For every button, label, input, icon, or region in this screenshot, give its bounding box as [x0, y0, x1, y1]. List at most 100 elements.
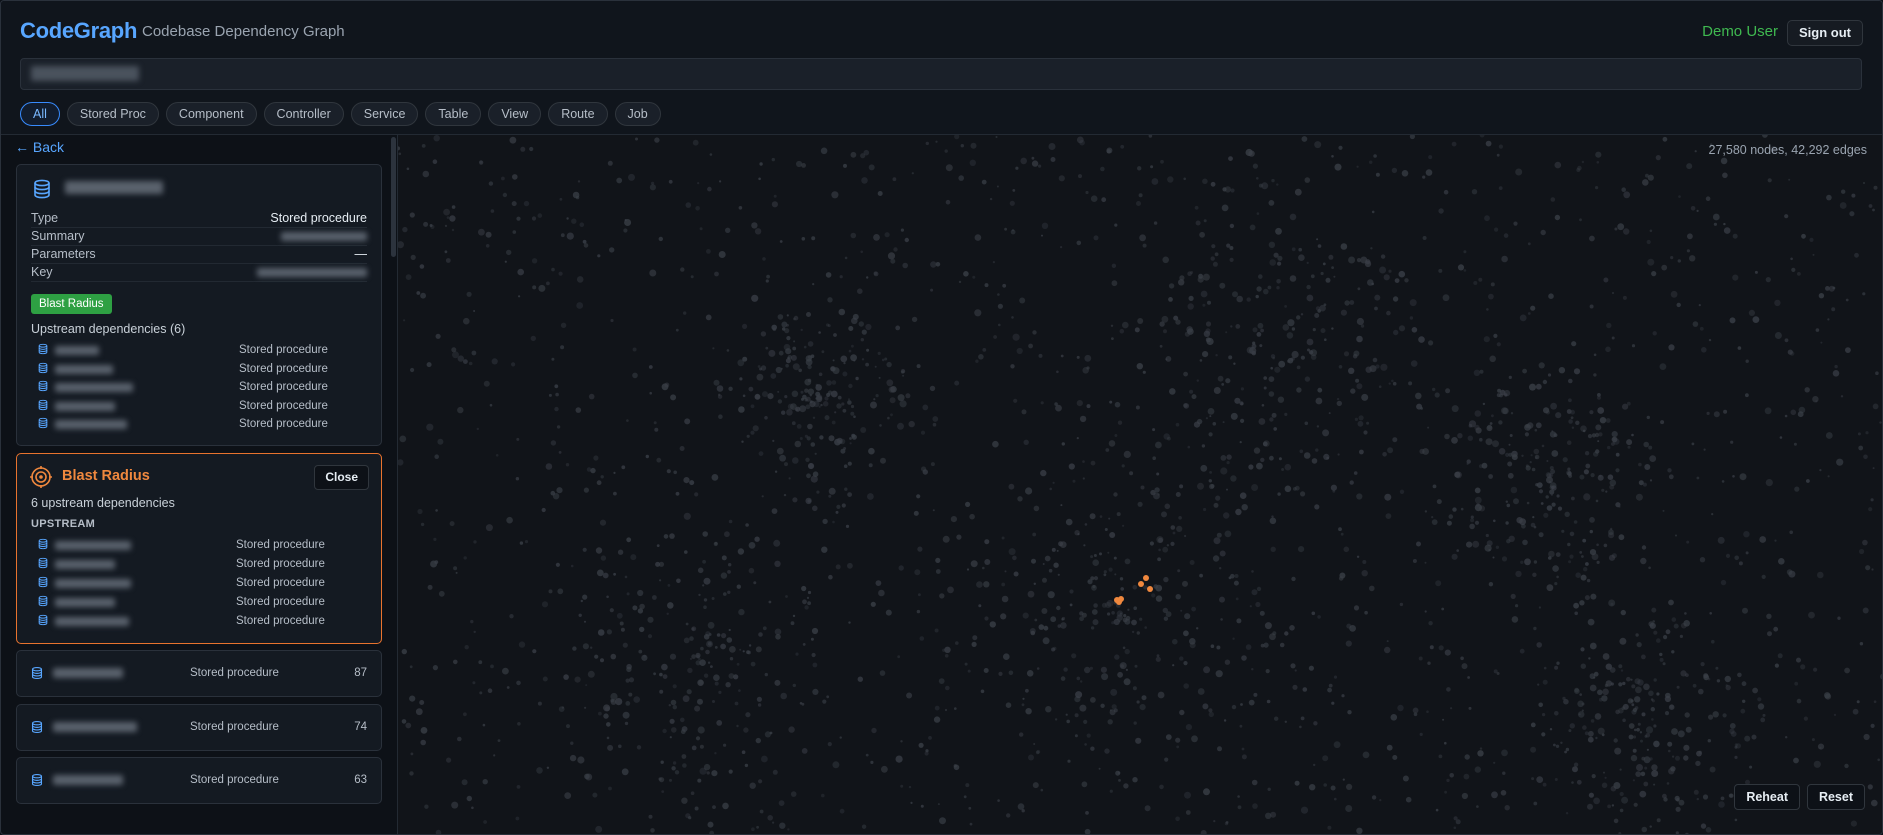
- graph-node: [1530, 722, 1536, 728]
- blast-radius-item[interactable]: Stored procedure: [37, 537, 337, 555]
- graph-node: [451, 801, 459, 809]
- graph-node: [626, 592, 630, 596]
- graph-node: [680, 267, 685, 272]
- sidebar: ← Back Type Stored procedure Summary Para…: [1, 135, 396, 834]
- graph-node: [984, 539, 990, 545]
- graph-node: [1333, 275, 1336, 278]
- reheat-button[interactable]: Reheat: [1734, 784, 1800, 810]
- graph-node: [742, 394, 746, 398]
- graph-node: [402, 226, 408, 233]
- sidebar-scrollbar[interactable]: [391, 137, 396, 257]
- filter-chip-route[interactable]: Route: [548, 102, 608, 126]
- graph-node: [755, 737, 761, 744]
- graph-node: [1349, 300, 1355, 305]
- upstream-item[interactable]: Stored procedure: [37, 361, 337, 379]
- graph-node: [572, 646, 577, 651]
- filter-chip-view[interactable]: View: [488, 102, 542, 126]
- graph-node: [878, 376, 881, 379]
- graph-node: [1590, 593, 1597, 600]
- graph-node: [517, 722, 521, 726]
- graph-node: [420, 739, 426, 746]
- blast-radius-item[interactable]: Stored procedure: [37, 613, 337, 631]
- graph-node: [1084, 743, 1087, 746]
- graph-node: [1188, 295, 1194, 301]
- graph-node: [745, 712, 751, 718]
- blast-radius-item[interactable]: Stored procedure: [37, 575, 337, 593]
- graph-node: [1091, 609, 1098, 615]
- graph-node: [652, 595, 657, 600]
- filter-chip-component[interactable]: Component: [165, 102, 257, 126]
- graph-node: [1269, 455, 1274, 461]
- close-button[interactable]: Close: [314, 465, 369, 490]
- search-input[interactable]: [20, 58, 1862, 90]
- graph-node: [905, 393, 911, 399]
- graph-canvas[interactable]: 27,580 nodes, 42,292 edges Reheat Reset: [397, 135, 1883, 834]
- graph-node: [1463, 269, 1467, 272]
- graph-node: [1580, 663, 1587, 669]
- graph-node: [1338, 527, 1342, 532]
- graph-node: [1542, 679, 1548, 685]
- upstream-item[interactable]: Stored procedure: [37, 379, 337, 397]
- upstream-item[interactable]: Stored procedure: [37, 398, 337, 416]
- graph-node: [1485, 438, 1493, 446]
- upstream-item[interactable]: Stored procedure: [37, 416, 337, 434]
- graph-node: [1651, 607, 1657, 613]
- graph-node: [1394, 278, 1400, 283]
- graph-node: [1602, 653, 1610, 660]
- graph-node: [1261, 404, 1265, 407]
- graph-node: [954, 380, 960, 386]
- filter-chip-all[interactable]: All: [20, 102, 60, 126]
- blast-radius-item[interactable]: Stored procedure: [37, 556, 337, 574]
- graph-node: [1107, 612, 1111, 616]
- field-summary: Summary: [31, 229, 367, 246]
- graph-node: [560, 322, 567, 328]
- graph-node: [1387, 447, 1394, 454]
- graph-node: [1224, 530, 1232, 538]
- graph-node: [714, 646, 718, 649]
- filter-chip-controller[interactable]: Controller: [263, 102, 344, 126]
- graph-node: [606, 722, 611, 727]
- graph-node: [1356, 335, 1363, 343]
- graph-node: [1790, 409, 1797, 416]
- graph-node: [1057, 573, 1060, 576]
- graph-node: [1279, 642, 1285, 648]
- graph-node: [645, 454, 649, 459]
- graph-node: [1530, 746, 1537, 753]
- graph-node: [1451, 141, 1457, 147]
- graph-node: [1026, 670, 1034, 677]
- reset-button[interactable]: Reset: [1806, 784, 1865, 810]
- graph-node: [1271, 412, 1277, 418]
- graph-node: [1494, 227, 1499, 232]
- node-list-item[interactable]: Stored procedure 87: [16, 650, 382, 697]
- graph-node: [725, 227, 731, 233]
- graph-node: [877, 351, 881, 355]
- graph-node: [1467, 676, 1470, 679]
- blast-radius-button[interactable]: Blast Radius: [31, 294, 112, 314]
- graph-node: [1779, 436, 1783, 439]
- filter-chip-service[interactable]: Service: [350, 102, 419, 126]
- brand-logo[interactable]: CodeGraph: [20, 18, 137, 44]
- filter-chip-job[interactable]: Job: [614, 102, 661, 126]
- upstream-item[interactable]: Stored procedure: [37, 342, 337, 360]
- graph-node: [1205, 417, 1208, 420]
- graph-node: [723, 743, 727, 747]
- graph-node: [804, 605, 809, 610]
- graph-node: [1677, 730, 1685, 738]
- graph-node: [1348, 256, 1356, 264]
- blast-radius-item[interactable]: Stored procedure: [37, 594, 337, 612]
- node-list-item[interactable]: Stored procedure 74: [16, 703, 382, 751]
- filter-chip-stored-proc[interactable]: Stored Proc: [66, 102, 159, 126]
- graph-svg[interactable]: [398, 135, 1883, 834]
- sign-out-button[interactable]: Sign out: [1787, 20, 1863, 46]
- graph-node: [1090, 460, 1096, 466]
- graph-node: [1666, 782, 1670, 785]
- graph-node: [1504, 805, 1510, 811]
- filter-chip-table[interactable]: Table: [425, 102, 482, 126]
- graph-node: [619, 621, 624, 626]
- graph-node: [1604, 776, 1607, 779]
- node-list-item[interactable]: Stored procedure 63: [16, 757, 382, 804]
- graph-node: [1621, 796, 1629, 804]
- back-link[interactable]: ← Back: [15, 139, 64, 155]
- graph-node: [401, 648, 407, 655]
- graph-node: [930, 261, 937, 268]
